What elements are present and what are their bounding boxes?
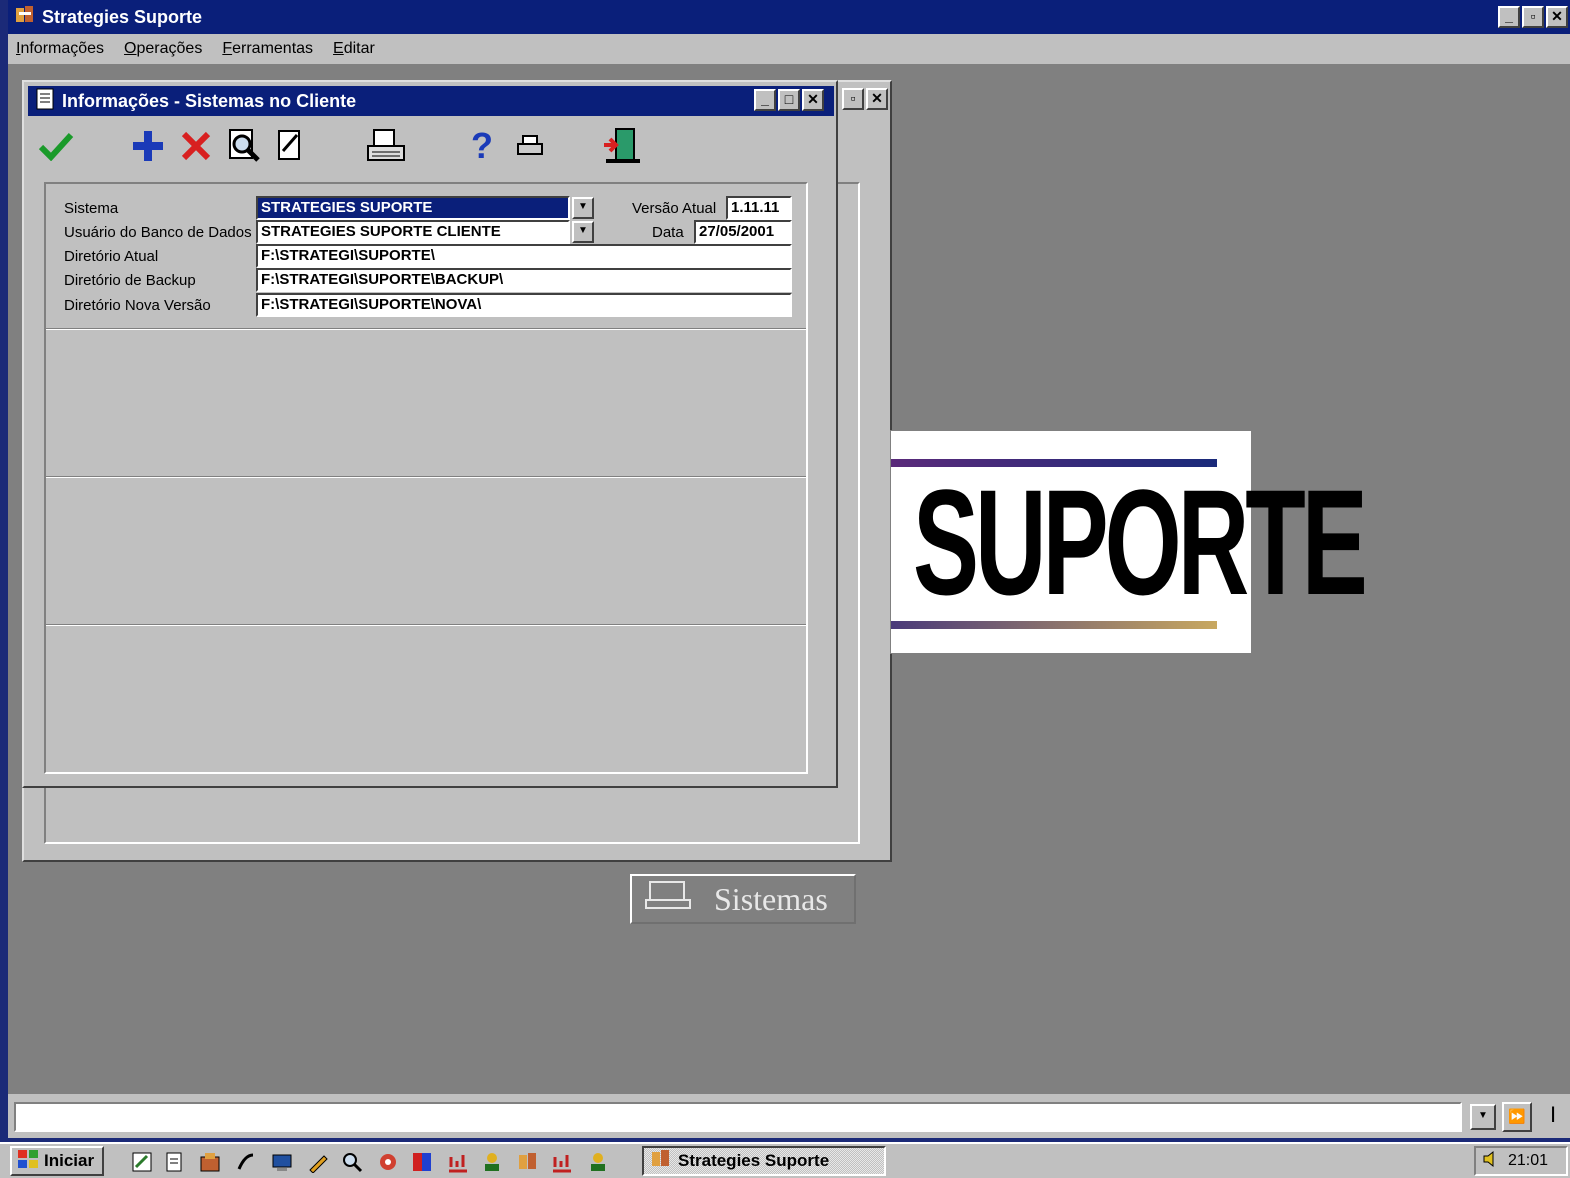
app-title-bar: Strategies Suporte _ ▫ ✕	[8, 0, 1570, 34]
quicklaunch-user-icon[interactable]	[480, 1150, 504, 1174]
window-minimize-button[interactable]: _	[754, 89, 776, 111]
usuario-dropdown-button[interactable]: ▼	[572, 221, 594, 243]
diretorio-nova-versao-label: Diretório Nova Versão	[64, 297, 211, 314]
section-divider	[46, 476, 806, 478]
versao-atual-field[interactable]: 1.11.11	[726, 196, 792, 220]
menu-informacoes[interactable]: Informações	[16, 40, 104, 58]
delete-x-icon[interactable]	[176, 126, 216, 166]
computer-icon	[644, 878, 694, 920]
usuario-select[interactable]: STRATEGIES SUPORTE CLIENTE	[256, 220, 570, 244]
taskbar: Iniciar Strategies Suporte 21:01	[0, 1142, 1570, 1178]
logo-bottom-bar	[891, 621, 1217, 629]
text-cursor-icon: I	[1549, 1102, 1557, 1127]
diretorio-atual-field[interactable]: F:\STRATEGI\SUPORTE\	[256, 244, 792, 268]
start-button[interactable]: Iniciar	[10, 1146, 104, 1176]
sistema-dropdown-button[interactable]: ▼	[572, 197, 594, 219]
section-divider	[46, 328, 806, 330]
app-minimize-button[interactable]: _	[1498, 6, 1520, 28]
diretorio-nova-versao-field[interactable]: F:\STRATEGI\SUPORTE\NOVA\	[256, 293, 792, 317]
quicklaunch-chart-icon[interactable]	[446, 1150, 470, 1174]
back-window-restore-button[interactable]: ▫	[842, 88, 864, 110]
document-icon	[36, 88, 54, 115]
diretorio-backup-label: Diretório de Backup	[64, 272, 196, 289]
data-label: Data	[652, 224, 684, 241]
sistemas-button-label: Sistemas	[714, 880, 828, 917]
keyboard-icon[interactable]	[366, 126, 406, 166]
data-field[interactable]: 27/05/2001	[694, 220, 792, 244]
clock[interactable]: 21:01	[1508, 1152, 1548, 1170]
diretorio-backup-field[interactable]: F:\STRATEGI\SUPORTE\BACKUP\	[256, 268, 792, 292]
command-dropdown-button[interactable]: ▼	[1470, 1104, 1496, 1130]
taskbar-app-label: Strategies Suporte	[678, 1151, 830, 1170]
menu-editar[interactable]: Editar	[333, 40, 375, 58]
informacoes-window: Informações - Sistemas no Cliente _ □ ✕ …	[22, 80, 838, 788]
sistemas-button[interactable]: Sistemas	[630, 874, 856, 924]
quicklaunch-pen-icon[interactable]	[306, 1150, 330, 1174]
logo-text: SUPORTE	[913, 458, 1368, 626]
usuario-label: Usuário do Banco de Dados	[64, 224, 252, 241]
app-icon[interactable]	[14, 4, 36, 31]
menu-bar: Informações Operações Ferramentas Editar	[8, 34, 1570, 64]
window-title-bar: Informações - Sistemas no Cliente _ □ ✕	[28, 86, 834, 116]
quicklaunch-notepad-icon[interactable]	[162, 1150, 186, 1174]
versao-atual-label: Versão Atual	[632, 200, 717, 217]
quicklaunch-app-icon[interactable]	[516, 1150, 540, 1174]
app-close-button[interactable]: ✕	[1546, 6, 1568, 28]
command-input[interactable]	[14, 1102, 1462, 1132]
quicklaunch-network-icon[interactable]	[376, 1150, 400, 1174]
printer-icon[interactable]	[510, 126, 550, 166]
sistema-label: Sistema	[64, 200, 119, 217]
app-task-icon	[650, 1148, 672, 1175]
windows-logo-icon	[16, 1148, 40, 1175]
sistema-select[interactable]: STRATEGIES SUPORTE	[256, 196, 570, 220]
quicklaunch-phone-icon[interactable]	[234, 1150, 258, 1174]
quicklaunch-edit-icon[interactable]	[130, 1150, 154, 1174]
back-window-close-button[interactable]: ✕	[866, 88, 888, 110]
system-tray: 21:01	[1474, 1146, 1568, 1176]
window-title: Informações - Sistemas no Cliente	[62, 90, 357, 111]
menu-ferramentas[interactable]: Ferramentas	[222, 40, 313, 58]
app-title: Strategies Suporte	[42, 6, 203, 27]
taskbar-app-button[interactable]: Strategies Suporte	[642, 1146, 886, 1176]
window-close-button[interactable]: ✕	[802, 89, 824, 111]
toolbar: ?	[28, 120, 834, 172]
speaker-icon[interactable]	[1482, 1150, 1500, 1173]
zoom-icon[interactable]	[224, 126, 264, 166]
exit-door-icon[interactable]	[602, 126, 642, 166]
command-bar: ▼ ⏩ I	[8, 1094, 1570, 1138]
start-label: Iniciar	[44, 1151, 95, 1170]
quicklaunch-monitor-icon[interactable]	[270, 1150, 294, 1174]
app-restore-button[interactable]: ▫	[1522, 6, 1544, 28]
quicklaunch-user2-icon[interactable]	[586, 1150, 610, 1174]
window-maximize-button[interactable]: □	[778, 89, 800, 111]
check-icon[interactable]	[36, 126, 76, 166]
diretorio-atual-label: Diretório Atual	[64, 248, 159, 265]
section-divider	[46, 624, 806, 626]
suporte-logo: SUPORTE	[890, 430, 1368, 654]
quicklaunch-search-icon[interactable]	[340, 1150, 364, 1174]
notepad-icon[interactable]	[270, 126, 310, 166]
menu-operacoes[interactable]: Operações	[124, 40, 202, 58]
quicklaunch-tools-icon[interactable]	[198, 1150, 222, 1174]
help-icon[interactable]: ?	[462, 125, 502, 166]
fast-forward-icon[interactable]: ⏩	[1502, 1102, 1532, 1132]
plus-icon[interactable]	[128, 126, 168, 166]
quicklaunch-flag-icon[interactable]	[410, 1150, 434, 1174]
quicklaunch-chart2-icon[interactable]	[550, 1150, 574, 1174]
form-panel: Sistema STRATEGIES SUPORTE ▼ Versão Atua…	[44, 182, 808, 774]
